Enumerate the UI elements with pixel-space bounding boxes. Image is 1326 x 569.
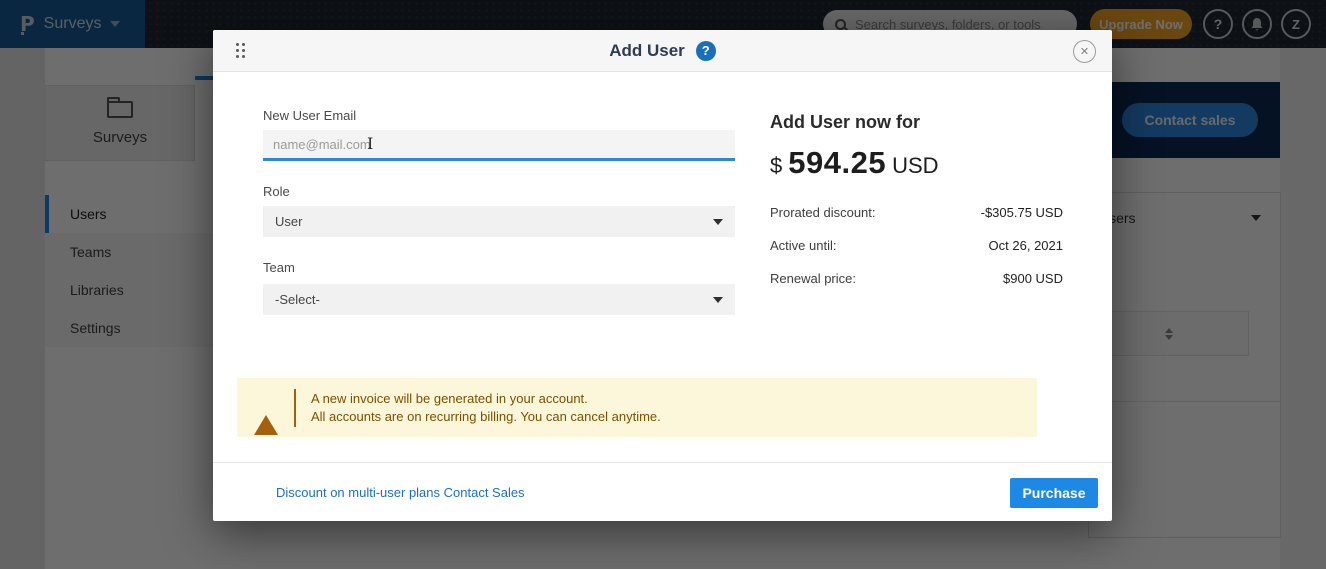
purchase-button[interactable]: Purchase [1010, 478, 1098, 508]
warning-divider [294, 389, 296, 427]
pricing-details: Prorated discount: -$305.75 USD Active u… [770, 205, 1063, 286]
invoice-warning-banner: ! A new invoice will be generated in you… [237, 378, 1037, 437]
team-select[interactable]: -Select- [263, 284, 735, 315]
add-user-modal: Add User ? ✕ New User Email I Role User … [213, 30, 1112, 521]
row-label: Renewal price: [770, 271, 856, 286]
role-select[interactable]: User [263, 206, 735, 237]
pricing-row-renewal: Renewal price: $900 USD [770, 271, 1063, 286]
app-root: P Surveys Upgrade Now ? Z Surveys Users … [0, 0, 1326, 569]
currency-symbol: $ [770, 153, 782, 179]
modal-title-group: Add User ? [609, 41, 716, 61]
modal-header: Add User ? ✕ [213, 30, 1112, 72]
row-label: Prorated discount: [770, 205, 876, 220]
caret-down-icon [713, 219, 723, 225]
drag-handle-icon[interactable] [236, 43, 246, 59]
help-badge-icon[interactable]: ? [696, 41, 716, 61]
pricing-row-active-until: Active until: Oct 26, 2021 [770, 238, 1063, 253]
new-user-email-input[interactable] [263, 130, 735, 158]
currency-code: USD [892, 153, 938, 179]
modal-title: Add User [609, 41, 685, 61]
role-selected-value: User [275, 214, 302, 229]
row-label: Active until: [770, 238, 836, 253]
multi-user-discount-link[interactable]: Discount on multi-user plans Contact Sal… [276, 485, 525, 500]
price-amount: $ 594.25 USD [770, 145, 1063, 181]
pricing-heading: Add User now for [770, 112, 1063, 133]
email-field-wrap: I [263, 130, 735, 161]
role-label: Role [263, 184, 290, 199]
warning-line-2: All accounts are on recurring billing. Y… [311, 408, 661, 426]
row-value: $900 USD [1003, 271, 1063, 286]
row-value: -$305.75 USD [981, 205, 1063, 220]
team-label: Team [263, 260, 295, 275]
caret-down-icon [713, 297, 723, 303]
pricing-row-prorated: Prorated discount: -$305.75 USD [770, 205, 1063, 220]
price-value: 594.25 [788, 145, 886, 181]
warning-text: A new invoice will be generated in your … [311, 390, 661, 426]
warning-line-1: A new invoice will be generated in your … [311, 390, 661, 408]
row-value: Oct 26, 2021 [989, 238, 1063, 253]
email-label: New User Email [263, 108, 356, 123]
close-icon[interactable]: ✕ [1073, 40, 1096, 63]
pricing-summary: Add User now for $ 594.25 USD Prorated d… [770, 112, 1063, 304]
warning-icon: ! [254, 398, 278, 418]
team-selected-value: -Select- [275, 292, 320, 307]
modal-footer: Discount on multi-user plans Contact Sal… [213, 462, 1112, 521]
